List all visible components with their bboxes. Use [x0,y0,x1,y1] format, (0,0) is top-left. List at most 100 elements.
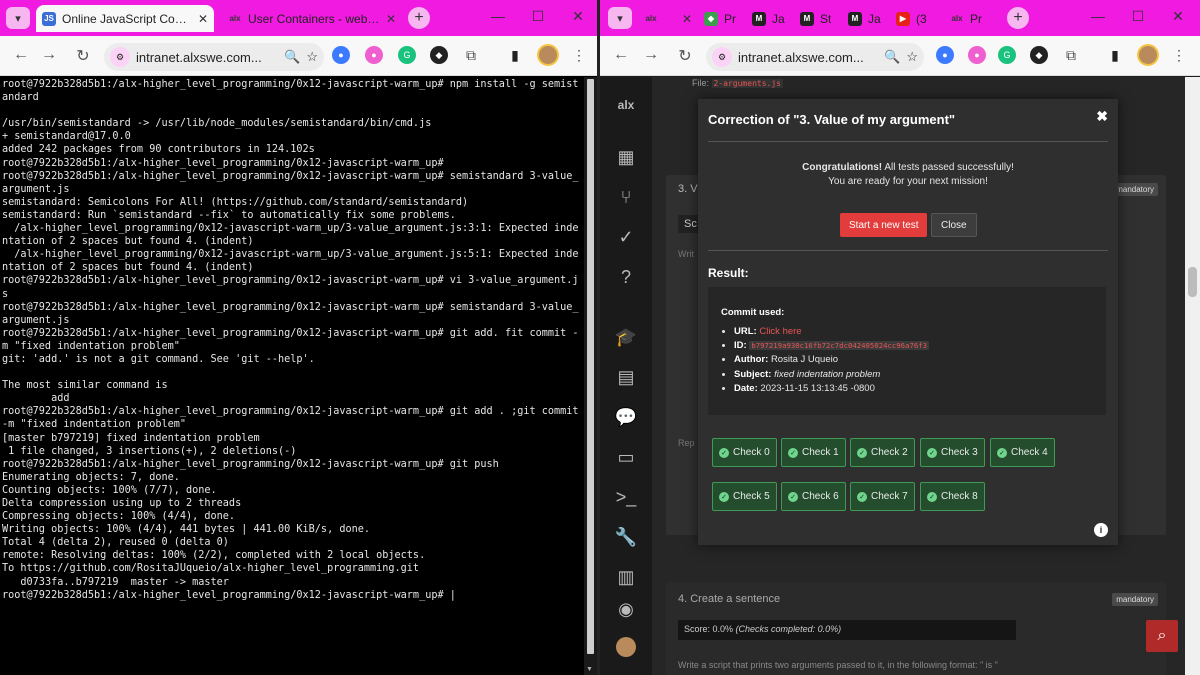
medium-favicon-icon: M [800,11,814,26]
info-icon[interactable]: i [1094,523,1108,537]
terminal-line: /alx-higher_level_programming/0x12-javas… [2,223,579,248]
extension-icon[interactable]: ● [968,46,986,64]
discord-icon[interactable]: ◉ [614,597,638,621]
address-bar[interactable]: ⚙ intranet.alxswe.com... 🔍 ☆ [104,43,324,71]
terminal-icon[interactable]: >_ [614,485,638,509]
menu-kebab-icon[interactable]: ⋮ [1170,46,1188,64]
forward-icon[interactable]: → [640,46,662,64]
grammarly-icon[interactable]: G [998,46,1016,64]
scroll-down-icon[interactable]: ▼ [586,666,593,673]
chat-icon[interactable]: 💬 [614,405,638,429]
check-0-button[interactable]: ✓ Check 0 [712,438,777,467]
close-icon[interactable]: ✕ [682,12,692,26]
profile-avatar[interactable] [537,44,559,66]
menu-kebab-icon[interactable]: ⋮ [570,46,588,64]
tab-2[interactable]: M Ja [746,5,792,32]
close-icon[interactable]: ✕ [198,12,208,26]
back-icon[interactable]: ← [10,46,32,64]
branch-icon[interactable]: ⑂ [614,185,638,209]
back-icon[interactable]: ← [610,46,632,64]
site-info-icon[interactable]: ⚙ [110,47,130,67]
question-icon[interactable]: ? [614,265,638,289]
commit-url-link[interactable]: Click here [759,326,801,337]
terminal-line: [master b797219] fixed indentation probl… [2,432,260,444]
zoom-icon[interactable]: 🔍 [284,49,300,65]
user-avatar[interactable] [616,637,636,657]
start-new-test-button[interactable]: Start a new test [840,213,928,237]
address-bar[interactable]: ⚙ intranet.alxswe.com... 🔍 ☆ [706,43,924,71]
alx-favicon-icon: alx [645,14,657,23]
document-icon[interactable]: ▤ [614,365,638,389]
check-2-button[interactable]: ✓ Check 2 [850,438,915,467]
side-panel-icon[interactable]: ▮ [506,46,524,64]
reload-icon[interactable]: ↻ [72,46,94,66]
calendar-icon[interactable]: ▦ [614,145,638,169]
tab-online-js-compiler[interactable]: JS Online JavaScript Compiler ✕ [36,5,214,32]
minimize-icon[interactable]: — [488,8,508,24]
zoom-icon[interactable]: 🔍 [884,49,900,65]
maximize-icon[interactable]: ☐ [528,8,548,25]
check-icon[interactable]: ✓ [614,225,638,249]
tab-youtube[interactable]: ▶ (3 [890,5,942,32]
close-icon[interactable]: ✕ [386,12,396,26]
server-icon[interactable]: ▭ [614,445,638,469]
terminal-scrollbar[interactable]: ▲ ▼ [584,77,597,675]
extensions-puzzle-icon[interactable]: ⧉ [1062,46,1080,64]
close-button[interactable]: Close [931,213,977,237]
tab-strip: ▾ alx ✕ ◆ Pr M Ja M St M Ja ▶ (3 alx Pr … [600,0,1200,36]
minimize-icon[interactable]: — [1088,8,1108,24]
check-5-button[interactable]: ✓ Check 5 [712,482,777,511]
check-7-button[interactable]: ✓ Check 7 [850,482,915,511]
tab-search-button[interactable]: ▾ [6,7,30,29]
tab-search-button[interactable]: ▾ [608,7,632,29]
bookmark-star-icon[interactable]: ☆ [906,49,918,65]
forward-icon[interactable]: → [38,46,60,64]
maximize-icon[interactable]: ☐ [1128,8,1148,25]
check-4-button[interactable]: ✓ Check 4 [990,438,1055,467]
extension-icon[interactable]: ◆ [430,46,448,64]
score-box: Score: 0.0% (Checks completed: 0.0%) [678,620,1016,640]
reload-icon[interactable]: ↻ [674,46,696,66]
scroll-thumb[interactable] [1188,267,1197,297]
scroll-thumb[interactable] [587,79,594,654]
tab-alx-active[interactable]: alx ✕ [638,5,698,32]
close-window-icon[interactable]: ✕ [568,8,588,25]
close-window-icon[interactable]: ✕ [1168,8,1188,25]
tab-user-containers[interactable]: alx User Containers - webterm ✕ [222,5,402,32]
bookmark-star-icon[interactable]: ☆ [306,49,318,65]
extension-icon[interactable]: ◆ [1030,46,1048,64]
check-1-button[interactable]: ✓ Check 1 [781,438,846,467]
page-scrollbar[interactable] [1185,77,1200,675]
new-tab-button[interactable]: + [1007,7,1029,29]
site-info-icon[interactable]: ⚙ [712,47,732,67]
tab-4[interactable]: M Ja [842,5,888,32]
alx-logo[interactable]: alx [614,93,638,117]
search-icon[interactable]: ⌕ [1146,620,1178,652]
date-label: Date: [734,382,758,394]
check-8-button[interactable]: ✓ Check 8 [920,482,985,511]
close-icon[interactable]: ✖ [1096,108,1108,125]
tab-title: Ja [868,11,881,26]
extension-icon[interactable]: ● [936,46,954,64]
extensions-puzzle-icon[interactable]: ⧉ [462,46,480,64]
mandatory-badge: mandatory [1112,183,1158,196]
check-3-button[interactable]: ✓ Check 3 [920,438,985,467]
tab-3[interactable]: M St [794,5,840,32]
extension-icon[interactable]: ● [332,46,350,64]
terminal-line: Writing objects: 100% (4/4), 441 bytes |… [2,524,371,536]
film-icon[interactable]: ▥ [614,565,638,589]
extension-icon[interactable]: ● [365,46,383,64]
terminal-line: root@7922b328d5b1:/alx-higher_level_prog… [2,157,444,169]
wrench-icon[interactable]: 🔧 [614,525,638,549]
tab-strip: ▾ JS Online JavaScript Compiler ✕ alx Us… [0,0,597,36]
check-6-button[interactable]: ✓ Check 6 [781,482,846,511]
side-panel-icon[interactable]: ▮ [1106,46,1124,64]
tab-alx[interactable]: alx Pr [944,5,996,32]
check-label: Check 5 [733,491,770,502]
tab-1[interactable]: ◆ Pr [698,5,744,32]
grammarly-icon[interactable]: G [398,46,416,64]
new-tab-button[interactable]: + [408,7,430,29]
profile-avatar[interactable] [1137,44,1159,66]
terminal-output[interactable]: root@7922b328d5b1:/alx-higher_level_prog… [0,77,584,675]
graduation-cap-icon[interactable]: 🎓 [614,325,638,349]
